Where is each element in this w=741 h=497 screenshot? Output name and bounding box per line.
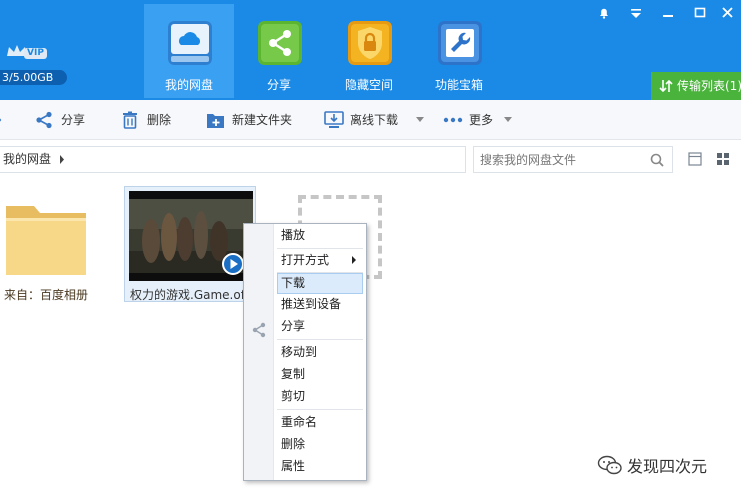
lock-shield-icon — [348, 21, 392, 65]
share-button[interactable]: 分享 — [35, 100, 95, 140]
toolbar: 分享 删除 新建文件夹 离线下载 更多 — [0, 100, 741, 140]
menu-item-play[interactable]: 播放 — [277, 225, 363, 246]
tab-share[interactable]: 分享 — [234, 4, 324, 98]
share-label: 分享 — [61, 113, 86, 127]
new-folder-icon — [207, 114, 224, 128]
list-view-icon[interactable] — [688, 152, 702, 166]
share-icon — [258, 21, 302, 65]
new-folder-button[interactable]: 新建文件夹 — [206, 100, 301, 140]
menu-item-rename[interactable]: 重命名 — [277, 412, 363, 433]
new-folder-label: 新建文件夹 — [232, 113, 293, 127]
tab-toolbox[interactable]: 功能宝箱 — [414, 4, 504, 98]
minimize-icon[interactable] — [654, 4, 682, 22]
folder-icon — [6, 206, 86, 275]
tab-label: 我的网盘 — [164, 78, 213, 92]
storage-quota: 3/5.00GB — [0, 70, 67, 85]
folder-item[interactable]: 来自：百度相册 — [2, 200, 90, 302]
tab-label: 功能宝箱 — [434, 78, 483, 92]
menu-item-delete[interactable]: 删除 — [277, 434, 363, 455]
menu-item-download[interactable]: 下载 — [277, 273, 363, 294]
share-icon — [36, 111, 52, 129]
grid-view-icon[interactable] — [716, 152, 730, 166]
menu-item-open-with[interactable]: 打开方式 — [277, 250, 363, 271]
wechat-icon — [597, 455, 622, 475]
tab-label: 分享 — [266, 78, 291, 92]
wrench-icon — [438, 21, 482, 65]
menu-item-share[interactable]: 分享 — [277, 316, 363, 337]
maximize-icon[interactable] — [686, 4, 714, 22]
menu-item-cut[interactable]: 剪切 — [277, 386, 363, 407]
more-label: 更多 — [469, 113, 494, 127]
menu-separator — [277, 339, 363, 340]
breadcrumb[interactable]: 我的网盘 — [0, 146, 466, 173]
chevron-down-icon — [504, 117, 512, 122]
tab-hidden-space[interactable]: 隐藏空间 — [324, 4, 414, 98]
bell-icon[interactable] — [590, 4, 618, 22]
menu-item-copy[interactable]: 复制 — [277, 364, 363, 385]
folder-name: 来自：百度相册 — [4, 288, 89, 302]
offline-download-icon — [324, 111, 344, 128]
watermark-text: 发现四次元 — [627, 457, 708, 476]
video-thumbnail — [129, 191, 253, 281]
transfer-list-button[interactable]: 传输列表(1) — [651, 72, 741, 100]
search-input[interactable] — [480, 151, 640, 168]
menu-separator — [277, 248, 363, 249]
menu-item-move-to[interactable]: 移动到 — [277, 342, 363, 363]
menu-separator — [277, 409, 363, 410]
video-file-name: 权力的游戏.Game.of — [130, 288, 245, 302]
delete-button[interactable]: 删除 — [121, 100, 181, 140]
search-box — [473, 146, 673, 173]
transfer-list-label: 传输列表(1) — [677, 79, 741, 93]
trash-icon — [123, 111, 137, 129]
offline-download-label: 离线下载 — [350, 113, 399, 127]
play-icon[interactable] — [221, 252, 245, 276]
search-icon[interactable] — [650, 153, 664, 167]
menu-icon-gutter — [244, 224, 274, 480]
context-menu: 播放 打开方式 下载 推送到设备 分享 移动到 复制 剪切 重命名 删除 属性 — [243, 223, 367, 481]
upload-icon-partial[interactable] — [0, 112, 4, 128]
vip-badge: VIP — [24, 48, 47, 59]
menu-dropdown-icon[interactable] — [622, 4, 650, 22]
transfer-arrows-icon — [659, 79, 673, 93]
menu-item-push-to-device[interactable]: 推送到设备 — [277, 294, 363, 315]
more-button[interactable]: 更多 — [443, 100, 518, 140]
share-icon — [252, 322, 266, 338]
delete-label: 删除 — [147, 113, 172, 127]
breadcrumb-root[interactable]: 我的网盘 — [3, 147, 51, 172]
chevron-down-icon — [416, 117, 424, 122]
app-header: VIP 3/5.00GB 我的网盘 分享 隐藏空间 功能宝箱 传输列表(1) — [0, 0, 741, 100]
chevron-right-icon[interactable] — [59, 155, 65, 164]
tab-my-netdisk[interactable]: 我的网盘 — [144, 4, 234, 98]
cloud-icon — [168, 21, 212, 65]
video-file-item[interactable]: 权力的游戏.Game.of — [124, 186, 256, 302]
close-icon[interactable] — [714, 4, 741, 22]
submenu-arrow-icon — [352, 256, 356, 264]
menu-item-properties[interactable]: 属性 — [277, 456, 363, 477]
more-dots-icon — [443, 117, 463, 123]
offline-download-button[interactable]: 离线下载 — [324, 100, 424, 140]
tab-label: 隐藏空间 — [344, 78, 393, 92]
